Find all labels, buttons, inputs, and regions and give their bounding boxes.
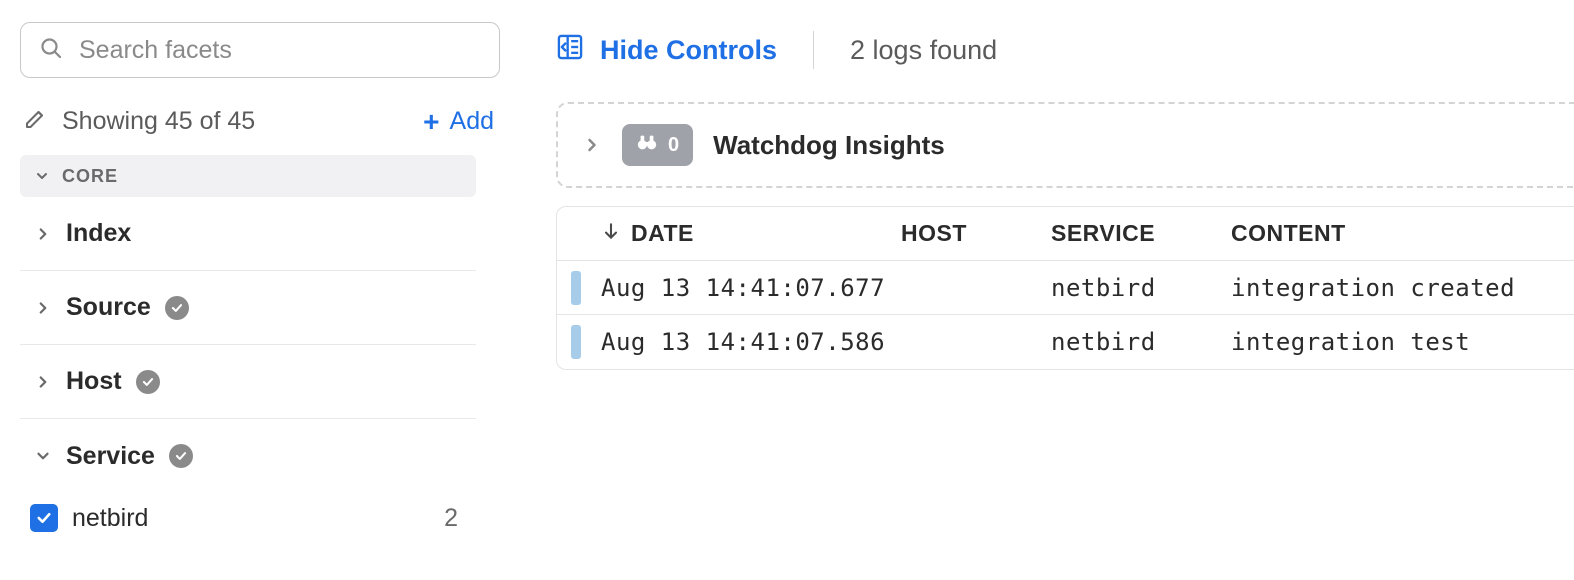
column-header-host[interactable]: HOST [901,220,1051,247]
main-panel: Hide Controls 2 logs found 0 Watchdog In… [508,0,1574,580]
chevron-right-icon [34,299,52,317]
cell-content: integration test [1231,328,1574,356]
insights-title: Watchdog Insights [713,130,945,161]
facet-label: Service [66,442,155,471]
facet-row-service[interactable]: Service [20,419,476,493]
table-row[interactable]: Aug 13 14:41:07.677 netbird integration … [557,261,1574,315]
facet-label: Host [66,367,122,396]
chevron-right-icon[interactable] [582,135,602,155]
watchdog-insights-panel[interactable]: 0 Watchdog Insights [556,102,1574,188]
facet-group-core[interactable]: CORE [20,155,476,197]
table-header: DATE HOST SERVICE CONTENT [557,207,1574,261]
column-header-content[interactable]: CONTENT [1231,220,1574,247]
checkmark-circle-icon [165,296,189,320]
facet-item-label: netbird [72,504,444,533]
cell-date: Aug 13 14:41:07.677 [601,274,901,302]
checkmark-circle-icon [169,444,193,468]
chevron-down-icon [34,447,52,465]
panel-collapse-icon [556,33,584,68]
showing-count-text: Showing 45 of 45 [62,107,255,136]
edit-icon[interactable] [24,106,48,137]
cell-content: integration created [1231,274,1574,302]
log-level-indicator [571,325,581,359]
insights-badge: 0 [622,124,693,166]
chevron-right-icon [34,373,52,391]
column-header-date[interactable]: DATE [601,220,901,247]
sort-desc-icon [601,220,621,247]
cell-service: netbird [1051,274,1231,302]
column-header-service[interactable]: SERVICE [1051,220,1231,247]
facet-row-source[interactable]: Source [20,271,476,345]
facet-label: Index [66,219,131,248]
chevron-right-icon [34,225,52,243]
search-facets-input[interactable] [77,35,481,66]
hide-controls-button[interactable]: Hide Controls [556,33,777,68]
chevron-down-icon [34,168,50,184]
facet-row-index[interactable]: Index [20,197,476,271]
cell-service: netbird [1051,328,1231,356]
facets-sidebar: Showing 45 of 45 + Add CORE Index [0,0,508,580]
log-level-indicator [571,271,581,305]
facet-group-label: CORE [62,166,118,187]
search-facets-input-wrap[interactable] [20,22,500,78]
facet-label: Source [66,293,151,322]
hide-controls-label: Hide Controls [600,35,777,66]
search-icon [39,36,63,65]
facet-item-netbird[interactable]: netbird 2 [20,493,476,543]
checkbox-checked-icon[interactable] [30,504,58,532]
checkmark-circle-icon [136,370,160,394]
insights-count: 0 [668,134,679,157]
table-row[interactable]: Aug 13 14:41:07.586 netbird integration … [557,315,1574,369]
facet-row-host[interactable]: Host [20,345,476,419]
cell-date: Aug 13 14:41:07.586 [601,328,901,356]
add-facet-label: Add [450,107,494,136]
binoculars-icon [636,131,658,159]
logs-table: DATE HOST SERVICE CONTENT Aug 13 14:41:0… [556,206,1574,370]
logs-found-text: 2 logs found [850,35,997,66]
facet-item-count: 2 [444,504,458,533]
add-facet-button[interactable]: + Add [423,107,494,136]
column-header-label: DATE [631,220,694,247]
toolbar-separator [813,31,814,69]
